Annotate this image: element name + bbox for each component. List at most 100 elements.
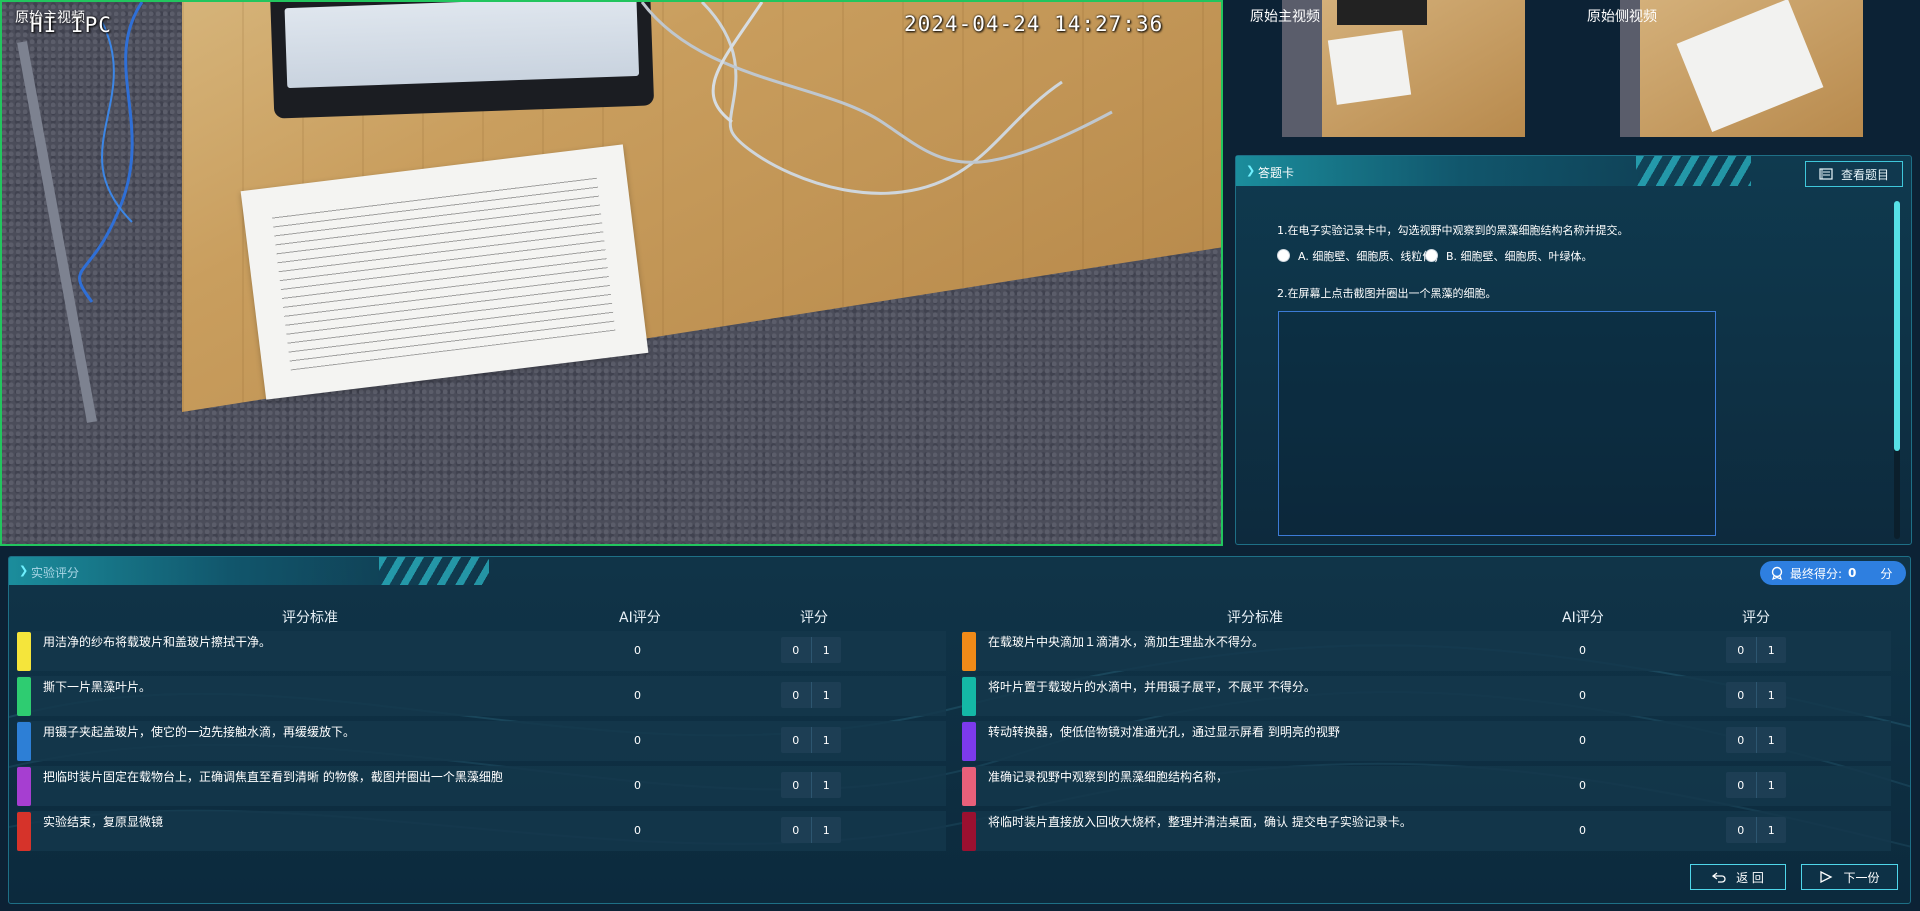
video-cables [17,2,1113,423]
score-option-0[interactable]: 0 [1726,727,1756,753]
row-color-bar [962,767,976,806]
row-color-bar [17,812,31,851]
document-icon [1819,168,1833,180]
chevron-right-icon: ❯ [19,564,29,577]
answer-card-title: 答题卡 [1258,166,1295,180]
criterion-text: 用镊子夹起盖玻片，使它的一边先接触水滴，再缓缓放下。 [43,725,356,739]
osd-camera-name: HI IPC [30,13,112,37]
ai-score-value: 0 [1579,824,1586,837]
score-option-0[interactable]: 0 [1726,817,1756,843]
score-row: 用镊子夹起盖玻片，使它的一边先接触水滴，再缓缓放下。 0 0 1 [17,721,946,761]
score-row: 准确记录视野中观察到的黑藻细胞结构名称， 0 0 1 [962,766,1891,806]
answer-scrollbar-thumb[interactable] [1894,201,1900,451]
answer-card-panel: ❯ 答题卡 查看题目 1.在电子实验记录卡中，勾选视野中观察到的黑藻细胞结构名称… [1235,155,1912,545]
row-color-bar [962,677,976,716]
chevron-right-icon: ❯ [1246,164,1256,177]
criterion-text: 实验结束，复原显微镜 [43,815,164,829]
row-color-bar [962,812,976,851]
thumb-paper [1327,30,1412,105]
criterion-text: 用洁净的纱布将载玻片和盖玻片擦拭干净。 [43,635,272,649]
score-row: 将临时装片直接放入回收大烧杯，整理并清洁桌面，确认 提交电子实验记录卡。 0 0… [962,811,1891,851]
scoring-header-stripes [379,557,489,585]
score-option-1[interactable]: 1 [1755,637,1787,663]
score-option-1[interactable]: 1 [810,772,842,798]
header-stripes [1636,156,1751,186]
medal-icon [1771,566,1783,580]
option-b-label[interactable]: B. 细胞壁、细胞质、叶绿体。 [1446,248,1593,264]
ai-score-value: 0 [634,779,641,792]
score-row: 将叶片置于载玻片的水滴中，并用镊子展平，不展平 不得分。 0 0 1 [962,676,1891,716]
score-option-0[interactable]: 0 [1726,682,1756,708]
ai-score-value: 0 [1579,734,1586,747]
view-questions-button[interactable]: 查看题目 [1805,161,1903,187]
criterion-text: 撕下一片黑藻叶片。 [43,680,152,694]
score-option-0[interactable]: 0 [1726,637,1756,663]
ai-score-value: 0 [1579,644,1586,657]
score-row: 把临时装片固定在载物台上，正确调焦直至看到清晰 的物像，截图并圈出一个黑藻细胞 … [17,766,946,806]
row-color-bar [962,632,976,671]
row-color-bar [17,722,31,761]
ai-score-value: 0 [634,734,641,747]
ai-score-value: 0 [634,644,641,657]
question-1-text: 1.在电子实验记录卡中，勾选视野中观察到的黑藻细胞结构名称并提交。 [1277,224,1629,237]
score-toggle: 0 1 [781,637,841,663]
final-score-label: 最终得分: [1790,566,1843,581]
criterion-text: 在载玻片中央滴加１滴清水，滴加生理盐水不得分。 [988,635,1265,649]
final-score-value: 0 [1848,566,1857,580]
score-option-1[interactable]: 1 [1755,682,1787,708]
screenshot-draw-area[interactable] [1278,311,1716,536]
score-option-0[interactable]: 0 [781,727,811,753]
score-option-0[interactable]: 0 [781,637,811,663]
scoring-title: 实验评分 [31,566,80,580]
return-icon [1712,872,1726,883]
score-option-1[interactable]: 1 [1755,727,1787,753]
score-row: 在载玻片中央滴加１滴清水，滴加生理盐水不得分。 0 0 1 [962,631,1891,671]
score-option-1[interactable]: 1 [810,682,842,708]
next-button[interactable]: 下一份 [1801,864,1898,890]
view-questions-label: 查看题目 [1840,167,1889,182]
back-button[interactable]: 返 回 [1690,864,1786,890]
score-option-0[interactable]: 0 [781,682,811,708]
score-option-1[interactable]: 1 [810,817,842,843]
criterion-text: 将叶片置于载玻片的水滴中，并用镊子展平，不展平 不得分。 [988,680,1316,694]
right-criterion-header: 评分标准 [1227,610,1283,626]
score-toggle: 0 1 [1726,817,1786,843]
main-video-feed: 原始主视频 HI IPC 2024-04-24 14:27:36 [0,0,1223,546]
score-toggle: 0 1 [1726,637,1786,663]
score-toggle: 0 1 [781,772,841,798]
row-color-bar [17,632,31,671]
option-b-radio[interactable] [1425,249,1438,262]
score-option-1[interactable]: 1 [1755,772,1787,798]
score-toggle: 0 1 [1726,727,1786,753]
score-row: 用洁净的纱布将载玻片和盖玻片擦拭干净。 0 0 1 [17,631,946,671]
criterion-text: 转动转换器，使低倍物镜对准通光孔，通过显示屏看 到明亮的视野 [988,725,1340,739]
left-ai-score-header: AI评分 [619,610,661,626]
score-option-0[interactable]: 0 [1726,772,1756,798]
ai-score-value: 0 [1579,689,1586,702]
final-score-badge: 最终得分: 0 分 [1760,561,1906,585]
left-criterion-header: 评分标准 [282,610,338,626]
row-color-bar [962,722,976,761]
score-row: 实验结束，复原显微镜 0 0 1 [17,811,946,851]
score-toggle: 0 1 [781,817,841,843]
next-button-label: 下一份 [1843,870,1880,885]
score-option-0[interactable]: 0 [781,772,811,798]
back-button-label: 返 回 [1736,870,1764,885]
score-toggle: 0 1 [781,727,841,753]
score-option-1[interactable]: 1 [810,727,842,753]
score-toggle: 0 1 [1726,682,1786,708]
score-option-1[interactable]: 1 [1755,817,1787,843]
criterion-text: 把临时装片固定在载物台上，正确调焦直至看到清晰 的物像，截图并圈出一个黑藻细胞 [43,770,503,784]
ai-score-value: 0 [1579,779,1586,792]
option-a-label[interactable]: A. 细胞壁、细胞质、线粒体； [1298,248,1444,264]
right-ai-score-header: AI评分 [1562,610,1604,626]
score-option-1[interactable]: 1 [810,637,842,663]
thumb-side-label: 原始侧视频 [1587,9,1657,25]
thumb-tablet [1337,0,1427,25]
score-row: 转动转换器，使低倍物镜对准通光孔，通过显示屏看 到明亮的视野 0 0 1 [962,721,1891,761]
final-score-unit: 分 [1880,566,1893,581]
play-outline-icon [1820,871,1833,883]
right-score-header: 评分 [1742,610,1770,626]
score-option-0[interactable]: 0 [781,817,811,843]
option-a-radio[interactable] [1277,249,1290,262]
